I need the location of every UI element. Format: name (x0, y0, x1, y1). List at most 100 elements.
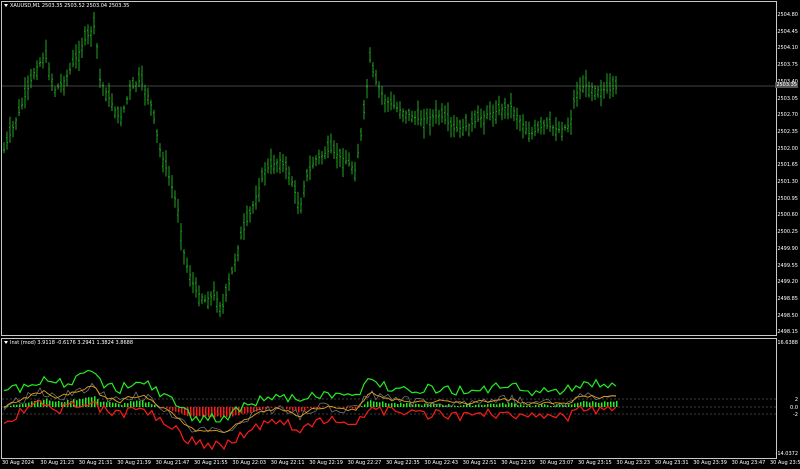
histogram-bar (403, 403, 405, 407)
histogram-bar (484, 404, 486, 407)
histogram-bar (529, 405, 531, 407)
histogram-bar (304, 407, 306, 411)
histogram-bar (310, 407, 312, 409)
histogram-bar (226, 407, 228, 417)
price-axis-label: 2501.30 (777, 179, 798, 185)
histogram-bar (388, 403, 390, 407)
mt-chart-window[interactable]: XAUUSD,M1 2503.35 2503.52 2503.04 2503.3… (0, 0, 800, 469)
histogram-bar (391, 403, 393, 407)
histogram-bar (538, 405, 540, 407)
time-axis-label: 30 Aug 23:39 (693, 460, 727, 466)
histogram-bar (565, 405, 567, 407)
price-axis-label: 2503.05 (777, 95, 798, 102)
histogram-bar (604, 401, 606, 407)
histogram-bar (472, 405, 474, 407)
histogram-bar (214, 407, 216, 418)
histogram-bar (487, 404, 489, 407)
price-axis-label: 2504.10 (777, 45, 798, 52)
histogram-bar (142, 400, 144, 407)
histogram-bar (124, 403, 126, 407)
time-axis-label: 30 Aug 21:31 (78, 460, 113, 466)
histogram-bar (574, 403, 576, 407)
histogram-bar (559, 404, 561, 407)
histogram-bar (340, 407, 342, 408)
histogram-bar (136, 400, 138, 407)
histogram-bar (511, 402, 513, 407)
histogram-bar (130, 401, 132, 407)
histogram-bar (22, 403, 24, 407)
histogram-bar (517, 405, 519, 407)
indicator-axis-label-zero: 0.0 (790, 405, 798, 411)
histogram-bar (373, 401, 375, 407)
time-axis-label: 30 Aug 2024 (2, 460, 35, 466)
histogram-bar (109, 402, 111, 407)
histogram-bar (526, 405, 528, 407)
histogram-bar (223, 407, 225, 417)
indicator-axis-label-neg: -2 (793, 412, 798, 418)
histogram-bar (166, 407, 168, 409)
histogram-bar (364, 404, 366, 407)
histogram-bar (298, 407, 300, 413)
price-axis-label: 2500.95 (777, 195, 798, 202)
histogram-bar (454, 405, 456, 407)
histogram-bar (523, 405, 525, 407)
histogram-bar (52, 401, 54, 407)
histogram-bar (286, 407, 288, 410)
histogram-bar (550, 405, 552, 407)
histogram-bar (106, 402, 108, 407)
time-axis-label: 30 Aug 23:47 (731, 460, 766, 466)
histogram-bar (175, 407, 177, 412)
histogram-bar (421, 405, 423, 407)
histogram-bar (535, 404, 537, 407)
histogram-bar (589, 402, 591, 407)
histogram-bar (178, 407, 180, 413)
histogram-bar (481, 404, 483, 407)
histogram-bar (292, 407, 294, 411)
histogram-bar (610, 401, 612, 407)
histogram-bar (598, 402, 600, 407)
histogram-bar (256, 407, 258, 412)
histogram-bar (361, 406, 363, 407)
histogram-bar (424, 403, 426, 407)
histogram-bar (307, 407, 309, 409)
histogram-bar (490, 403, 492, 407)
histogram-bar (199, 407, 201, 417)
histogram-bar (499, 403, 501, 407)
histogram-bar (148, 401, 150, 407)
price-axis-label: 2502.35 (777, 128, 798, 135)
histogram-bar (532, 406, 534, 407)
time-axis-label: 30 Aug 22:51 (462, 460, 497, 466)
histogram-bar (541, 404, 543, 407)
histogram-bar (343, 407, 345, 409)
price-axis-label: 2502.70 (777, 112, 798, 119)
chart-canvas[interactable] (0, 0, 800, 469)
histogram-bar (319, 407, 321, 409)
histogram-bar (616, 400, 618, 407)
histogram-bar (154, 404, 156, 407)
histogram-bar (418, 404, 420, 407)
histogram-bar (439, 404, 441, 407)
histogram-bar (247, 407, 249, 413)
histogram-bar (193, 407, 195, 417)
histogram-bar (493, 403, 495, 407)
histogram-bar (568, 404, 570, 407)
histogram-bar (571, 404, 573, 407)
histogram-bar (520, 404, 522, 407)
histogram-bar (355, 407, 357, 410)
histogram-bar (496, 404, 498, 407)
histogram-bar (400, 402, 402, 407)
histogram-bar (469, 404, 471, 407)
indicator-axis-label-pos: 2 (794, 397, 798, 403)
price-axis-label: 2499.55 (777, 262, 798, 269)
histogram-bar (577, 402, 579, 407)
histogram-bar (583, 400, 585, 407)
price-axis-label: 2499.20 (777, 279, 798, 286)
histogram-bar (133, 401, 135, 407)
time-axis-label: 30 Aug 23:55 (770, 460, 800, 466)
time-axis-label: 30 Aug 23:31 (654, 460, 689, 466)
time-axis-label: 30 Aug 23:07 (539, 460, 574, 466)
histogram-bar (208, 407, 210, 418)
histogram-bar (385, 402, 387, 407)
time-axis-label: 30 Aug 22:43 (424, 460, 459, 466)
histogram-bar (151, 404, 153, 407)
